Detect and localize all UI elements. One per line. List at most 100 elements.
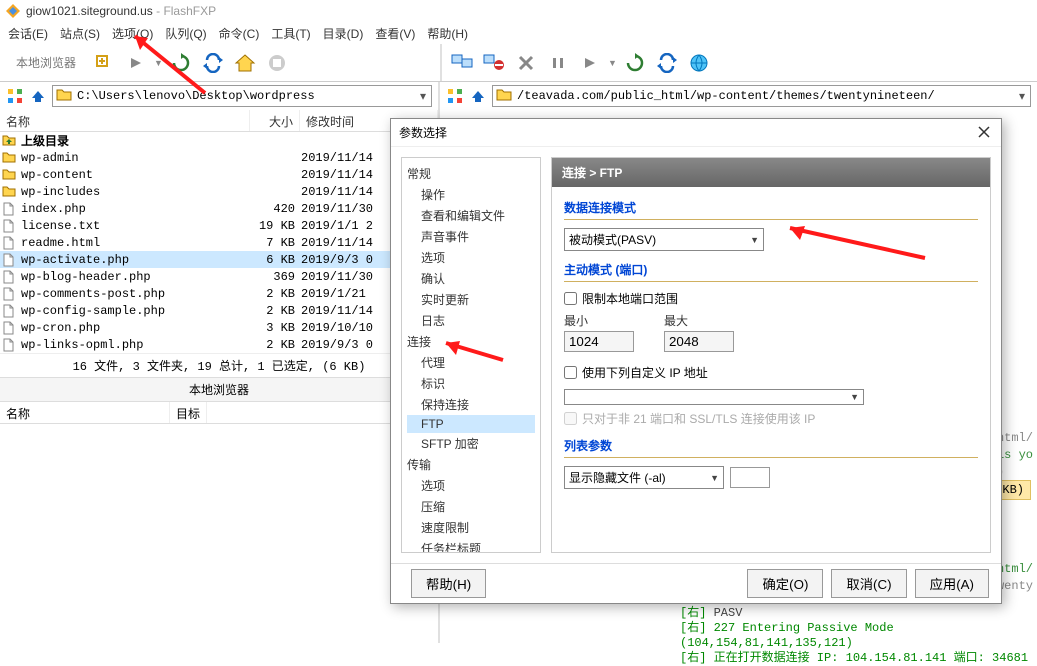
tree-item[interactable]: 标识	[407, 373, 535, 394]
cancel-button[interactable]: 取消(C)	[831, 569, 906, 598]
file-size: 2 KB	[251, 338, 301, 352]
menu-commands[interactable]: 命令(C)	[219, 25, 260, 42]
file-row[interactable]: wp-config-sample.php2 KB2019/11/14	[0, 302, 438, 319]
section-data-mode: 数据连接模式	[564, 199, 978, 220]
list-mode-select[interactable]: 显示隐藏文件 (-al)▼	[564, 466, 724, 489]
tree-item[interactable]: 保持连接	[407, 394, 535, 415]
file-row[interactable]: wp-content2019/11/14	[0, 166, 438, 183]
tree-item[interactable]: 日志	[407, 310, 535, 331]
path-dropdown-remote-icon[interactable]: ▾	[1014, 89, 1030, 103]
ftp-log: [右] PASV [右] 227 Entering Passive Mode (…	[680, 606, 1037, 666]
file-row[interactable]: readme.html7 KB2019/11/14	[0, 234, 438, 251]
custom-ip-select[interactable]: ▼	[564, 389, 864, 405]
file-row[interactable]: wp-admin2019/11/14	[0, 149, 438, 166]
use-custom-ip-checkbox[interactable]: 使用下列自定义 IP 地址	[564, 364, 978, 381]
tree-category[interactable]: 常规	[407, 163, 535, 184]
file-row[interactable]: wp-links-opml.php2 KB2019/9/3 0	[0, 336, 438, 353]
tree-item[interactable]: SFTP 加密	[407, 433, 535, 454]
ok-button[interactable]: 确定(O)	[747, 569, 823, 598]
tree-item[interactable]: 声音事件	[407, 226, 535, 247]
tree-icon[interactable]	[6, 87, 24, 105]
local-browser-label: 本地浏览器	[16, 54, 76, 71]
folder-icon	[2, 151, 18, 165]
menu-sites[interactable]: 站点(S)	[60, 25, 100, 42]
refresh-remote-button[interactable]	[621, 49, 649, 77]
x-button[interactable]	[512, 49, 540, 77]
col-queue-name[interactable]: 名称	[0, 402, 170, 423]
remote-pc-icon[interactable]	[448, 49, 476, 77]
file-name: index.php	[21, 202, 251, 216]
refresh-left-button[interactable]	[167, 49, 195, 77]
local-path-input[interactable]	[77, 89, 415, 103]
menu-session[interactable]: 会话(E)	[8, 25, 48, 42]
apply-button[interactable]: 应用(A)	[915, 569, 989, 598]
tree-remote-icon[interactable]	[446, 87, 464, 105]
file-row[interactable]: wp-includes2019/11/14	[0, 183, 438, 200]
up-remote-icon[interactable]	[469, 87, 487, 105]
file-name: wp-content	[21, 168, 251, 182]
home-button[interactable]	[231, 49, 259, 77]
tree-category[interactable]: 传输	[407, 454, 535, 475]
help-button[interactable]: 帮助(H)	[411, 569, 486, 598]
menu-options[interactable]: 选项(O)	[112, 25, 153, 42]
min-port-input[interactable]	[564, 331, 634, 352]
close-icon[interactable]	[977, 125, 993, 141]
updir-row[interactable]: 上级目录	[0, 132, 438, 149]
tree-item[interactable]: 压缩	[407, 496, 535, 517]
menu-view[interactable]: 查看(V)	[375, 25, 415, 42]
col-queue-target[interactable]: 目标	[170, 402, 207, 423]
tree-item[interactable]: 实时更新	[407, 289, 535, 310]
tree-item[interactable]: FTP	[407, 415, 535, 433]
file-row[interactable]: wp-cron.php3 KB2019/10/10	[0, 319, 438, 336]
file-row[interactable]: license.txt19 KB2019/1/1 2	[0, 217, 438, 234]
list-extra-input[interactable]	[730, 467, 770, 488]
file-name: wp-links-opml.php	[21, 338, 251, 352]
file-row[interactable]: wp-comments-post.php2 KB2019/1/21	[0, 285, 438, 302]
file-row[interactable]: index.php4202019/11/30	[0, 200, 438, 217]
connect-dropdown-button[interactable]	[90, 49, 118, 77]
file-header: 名称 大小 修改时间	[0, 110, 438, 132]
tree-category[interactable]: 连接	[407, 331, 535, 352]
menu-directory[interactable]: 目录(D)	[323, 25, 364, 42]
file-size: 2 KB	[251, 287, 301, 301]
col-size[interactable]: 大小	[250, 110, 300, 131]
menu-queue[interactable]: 队列(Q)	[165, 25, 206, 42]
file-size: 19 KB	[251, 219, 301, 233]
tree-item[interactable]: 选项	[407, 247, 535, 268]
tree-item[interactable]: 任务栏标题	[407, 538, 535, 553]
globe-button[interactable]	[685, 49, 713, 77]
tree-item[interactable]: 确认	[407, 268, 535, 289]
file-row[interactable]: wp-blog-header.php3692019/11/30	[0, 268, 438, 285]
max-port-label: 最大	[664, 312, 734, 329]
file-list[interactable]: 上级目录wp-admin2019/11/14wp-content2019/11/…	[0, 132, 438, 353]
play-remote-button[interactable]	[576, 49, 604, 77]
menu-help[interactable]: 帮助(H)	[427, 25, 468, 42]
path-dropdown-icon[interactable]: ▾	[415, 89, 431, 103]
remote-path-input[interactable]	[517, 89, 1014, 103]
tree-item[interactable]: 查看和编辑文件	[407, 205, 535, 226]
limit-local-checkbox[interactable]: 限制本地端口范围	[564, 290, 978, 307]
local-pane: 名称 大小 修改时间 上级目录wp-admin2019/11/14wp-cont…	[0, 110, 440, 643]
tree-item[interactable]: 操作	[407, 184, 535, 205]
tree-item[interactable]: 选项	[407, 475, 535, 496]
dialog-title: 参数选择	[399, 124, 447, 141]
tree-item[interactable]: 速度限制	[407, 517, 535, 538]
play-button[interactable]	[122, 49, 150, 77]
col-name[interactable]: 名称	[0, 110, 250, 131]
abort-button[interactable]	[263, 49, 291, 77]
data-mode-select[interactable]: 被动模式(PASV)▼	[564, 228, 764, 251]
max-port-input[interactable]	[664, 331, 734, 352]
sync-remote-button[interactable]	[653, 49, 681, 77]
file-size: 7 KB	[251, 236, 301, 250]
pause-button[interactable]	[544, 49, 572, 77]
file-row[interactable]: wp-activate.php6 KB2019/9/3 0	[0, 251, 438, 268]
tree-item[interactable]: 代理	[407, 352, 535, 373]
file-size: 420	[251, 202, 301, 216]
section-active-mode: 主动模式 (端口)	[564, 261, 978, 282]
disconnect-button[interactable]	[480, 49, 508, 77]
menu-tools[interactable]: 工具(T)	[271, 25, 310, 42]
up-icon[interactable]	[29, 87, 47, 105]
file-icon	[2, 253, 18, 267]
settings-tree[interactable]: 常规操作查看和编辑文件声音事件选项确认实时更新日志连接代理标识保持连接FTPSF…	[401, 157, 541, 553]
refresh-both-button[interactable]	[199, 49, 227, 77]
